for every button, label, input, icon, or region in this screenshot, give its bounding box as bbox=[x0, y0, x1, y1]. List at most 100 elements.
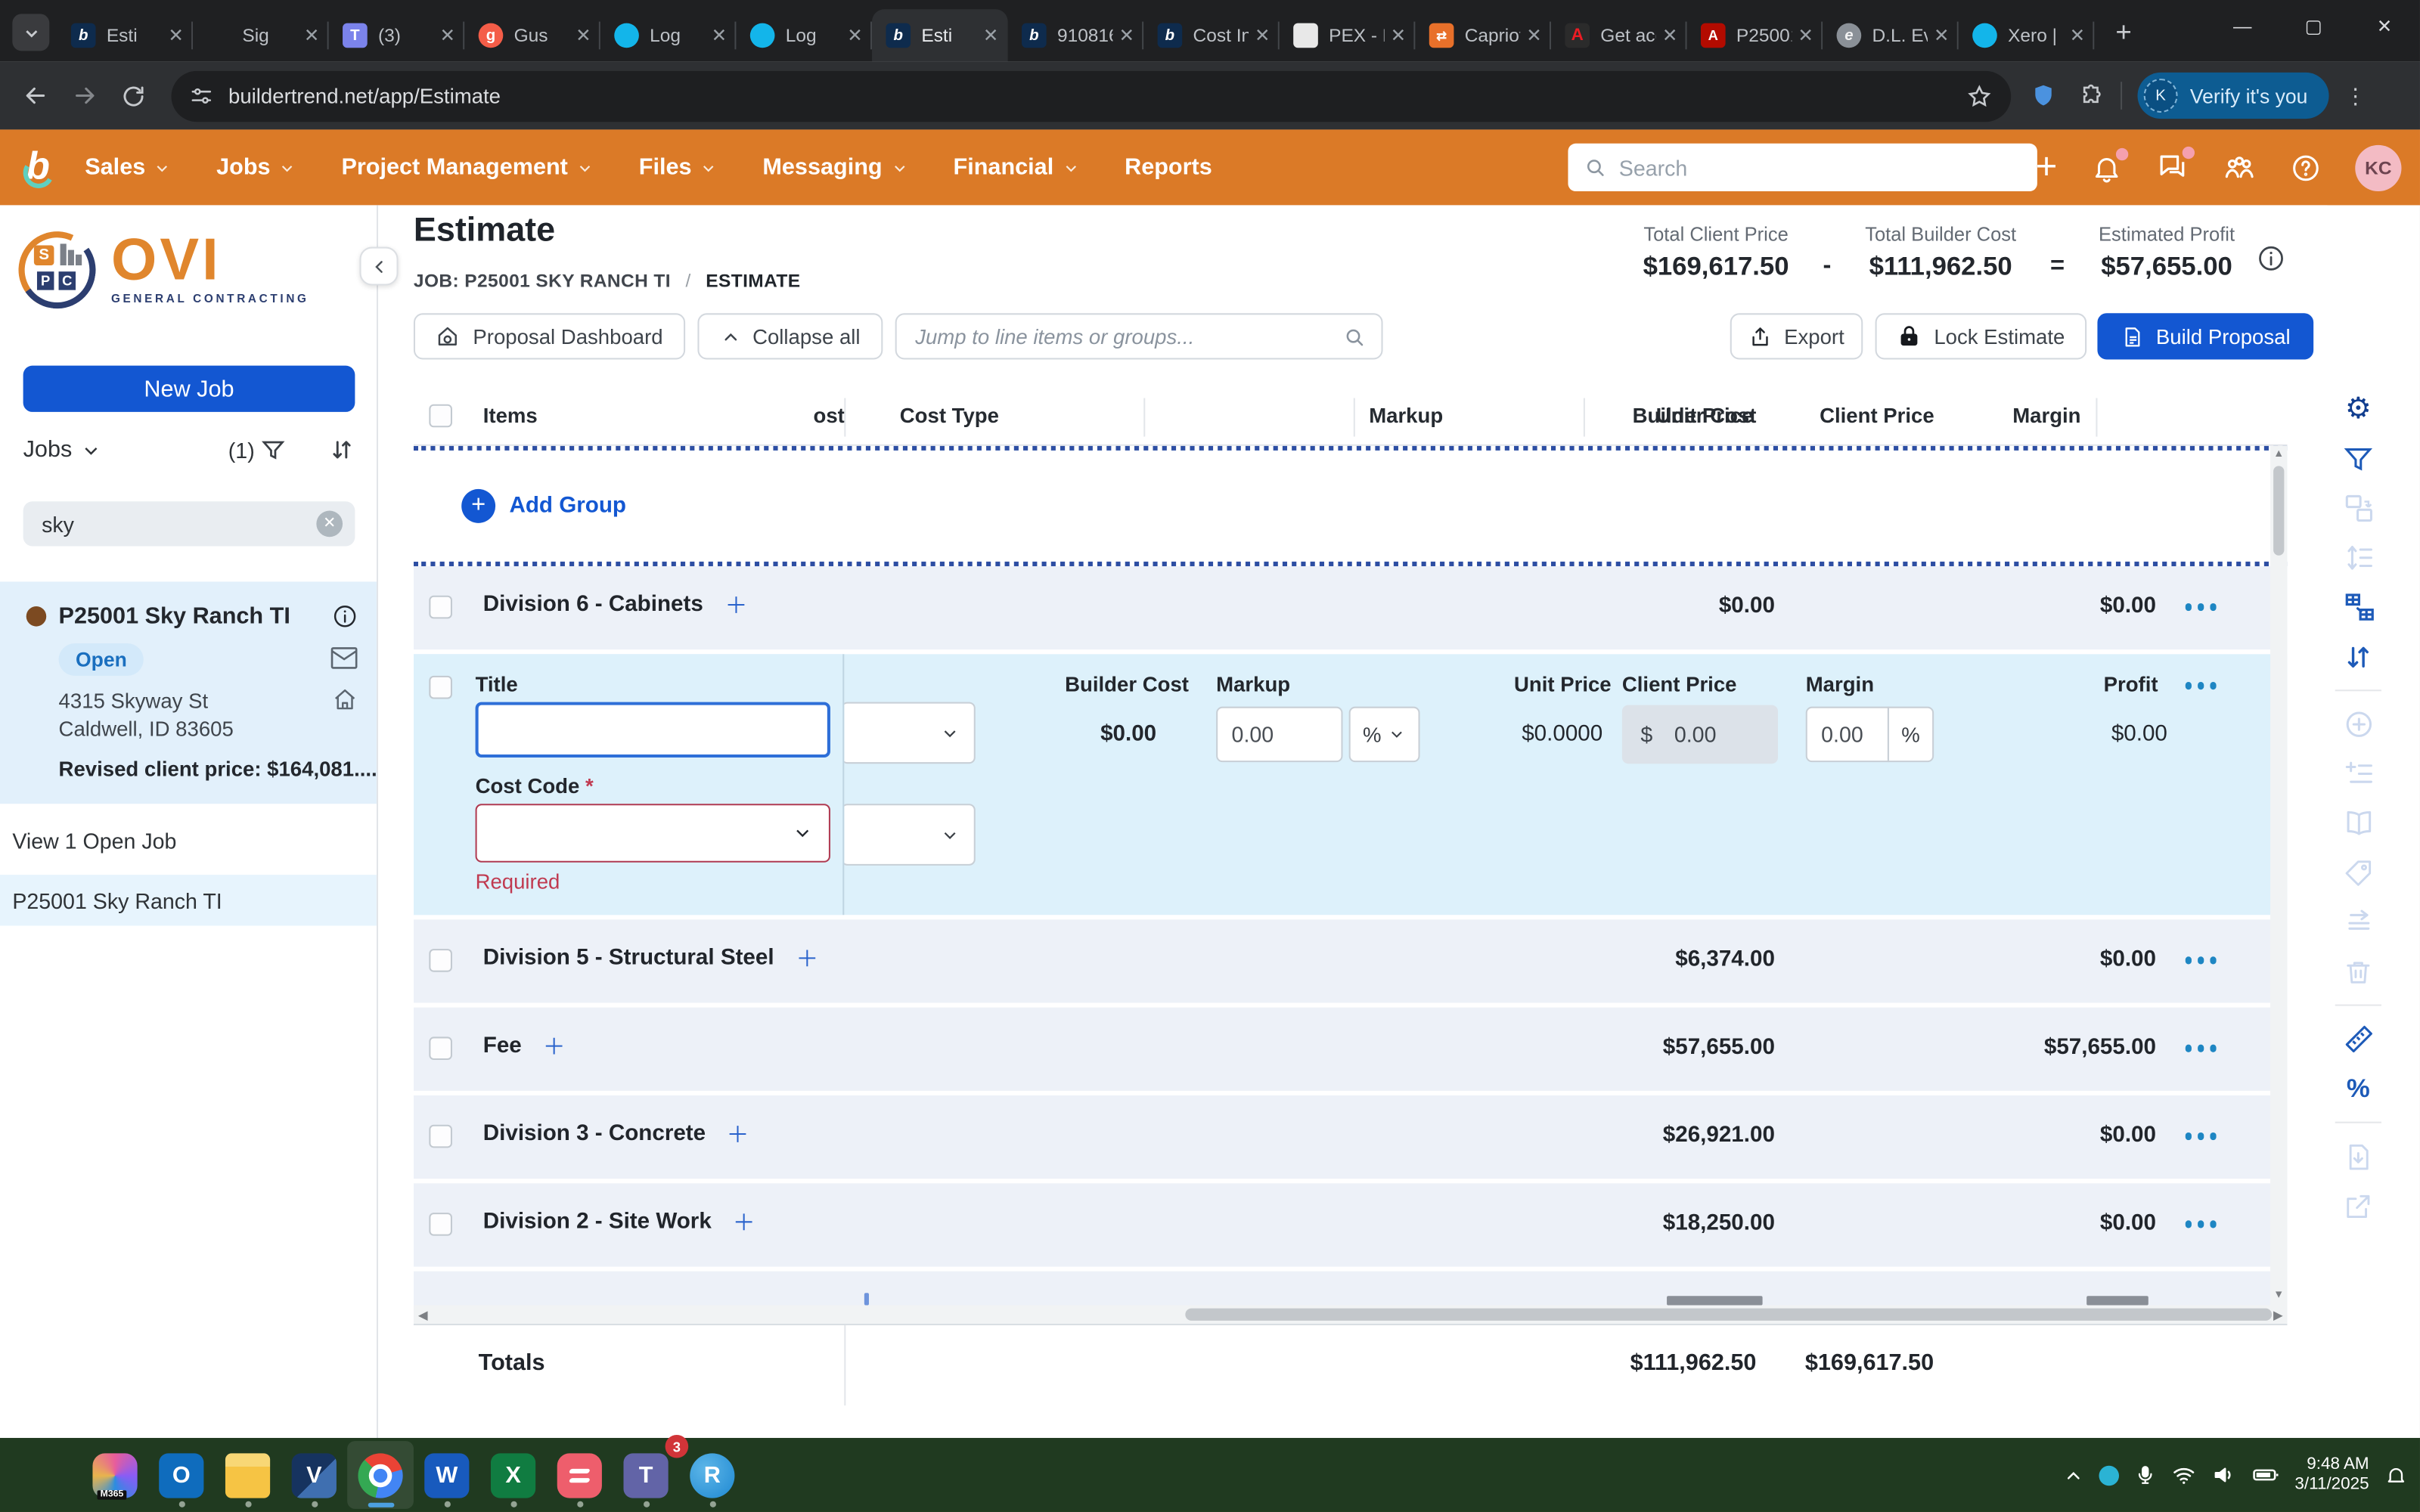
browser-tab-11[interactable]: ⇄Capriott✕ bbox=[1415, 9, 1551, 61]
group-row-division-6[interactable]: Division 6 - Cabinets $0.00 $0.00 bbox=[414, 566, 2288, 649]
browser-tab-13[interactable]: AP25001✕ bbox=[1687, 9, 1823, 61]
info-icon[interactable] bbox=[331, 603, 358, 630]
back-button[interactable] bbox=[22, 82, 50, 110]
tray-chevron-up-icon[interactable] bbox=[2063, 1465, 2083, 1486]
mail-icon[interactable] bbox=[330, 646, 358, 670]
background-select-1[interactable] bbox=[841, 702, 976, 764]
tab-close-icon[interactable]: ✕ bbox=[1255, 25, 1270, 47]
volume-icon[interactable] bbox=[2211, 1463, 2236, 1488]
user-avatar[interactable]: KC bbox=[2355, 144, 2401, 191]
browser-tab-4[interactable]: gGus✕ bbox=[464, 9, 600, 61]
tab-close-icon[interactable]: ✕ bbox=[440, 25, 456, 47]
taskbar-excel-icon[interactable]: X bbox=[480, 1441, 547, 1509]
trash-icon[interactable] bbox=[2342, 955, 2375, 987]
row-menu-icon[interactable] bbox=[2185, 956, 2217, 963]
quick-add-icon[interactable]: + bbox=[2036, 149, 2058, 186]
select-all-checkbox[interactable] bbox=[429, 404, 452, 428]
duplicate-table-icon[interactable] bbox=[2342, 492, 2375, 525]
row-menu-icon[interactable] bbox=[2185, 603, 2217, 610]
group-row-division-3[interactable]: Division 3 - Concrete $26,921.00 $0.00 bbox=[414, 1095, 2288, 1179]
vertical-scroll-thumb[interactable] bbox=[2273, 466, 2284, 555]
row-checkbox[interactable] bbox=[429, 1036, 452, 1060]
tab-close-icon[interactable]: ✕ bbox=[1662, 25, 1678, 47]
taskbar-teams-icon[interactable]: T3 bbox=[613, 1441, 679, 1509]
taskbar-start-icon[interactable] bbox=[15, 1441, 82, 1509]
nav-menu-messaging[interactable]: Messaging bbox=[762, 154, 907, 181]
sort-icon[interactable] bbox=[329, 437, 355, 463]
tab-close-icon[interactable]: ✕ bbox=[1526, 25, 1542, 47]
add-group-row[interactable]: + Add Group bbox=[414, 446, 2288, 566]
cost-code-select[interactable] bbox=[476, 804, 830, 863]
row-menu-icon[interactable] bbox=[2185, 1220, 2217, 1227]
site-info-icon[interactable] bbox=[190, 84, 213, 107]
microphone-icon[interactable] bbox=[2134, 1464, 2156, 1486]
browser-tab-9[interactable]: bCost Inb✕ bbox=[1143, 9, 1280, 61]
add-line-icon[interactable] bbox=[2342, 758, 2375, 790]
tag-icon[interactable] bbox=[2342, 857, 2375, 889]
wifi-icon[interactable] bbox=[2171, 1463, 2196, 1488]
battery-icon[interactable] bbox=[2251, 1461, 2279, 1489]
settings-gear-icon[interactable]: ⚙ bbox=[2342, 393, 2375, 426]
adblock-shield-icon[interactable] bbox=[2030, 82, 2058, 110]
nav-menu-files[interactable]: Files bbox=[639, 154, 716, 181]
taskbar-file-explorer-icon[interactable] bbox=[215, 1441, 281, 1509]
reload-button[interactable] bbox=[120, 82, 147, 109]
tab-close-icon[interactable]: ✕ bbox=[304, 25, 320, 47]
nav-menu-reports[interactable]: Reports bbox=[1125, 154, 1212, 181]
percent-icon[interactable]: % bbox=[2342, 1072, 2375, 1105]
add-line-item-icon[interactable] bbox=[541, 1033, 566, 1058]
tab-close-icon[interactable]: ✕ bbox=[168, 25, 184, 47]
add-line-item-icon[interactable] bbox=[726, 1122, 751, 1147]
scroll-up-arrow[interactable]: ▲ bbox=[2270, 448, 2287, 463]
browser-tab-1[interactable]: bEsti✕ bbox=[57, 9, 194, 61]
add-line-item-icon[interactable] bbox=[794, 946, 819, 971]
row-checkbox[interactable] bbox=[429, 676, 452, 699]
row-menu-icon[interactable] bbox=[2185, 1045, 2217, 1052]
tab-close-icon[interactable]: ✕ bbox=[576, 25, 591, 47]
scroll-left-arrow[interactable]: ◀ bbox=[414, 1308, 432, 1321]
job-card[interactable]: P25001 Sky Ranch TI Open 4315 Skyway St … bbox=[0, 581, 377, 804]
new-job-button[interactable]: New Job bbox=[23, 366, 355, 412]
tray-app-icon[interactable] bbox=[2099, 1465, 2119, 1486]
browser-tab-7[interactable]: bEsti✕ bbox=[872, 9, 1008, 61]
add-circle-icon[interactable] bbox=[2342, 708, 2375, 741]
window-close-button[interactable]: ✕ bbox=[2349, 0, 2420, 52]
taskbar-revu-icon[interactable]: R bbox=[679, 1441, 746, 1509]
catalog-book-icon[interactable] bbox=[2342, 807, 2375, 839]
group-row-fee[interactable]: Fee $57,655.00 $57,655.00 bbox=[414, 1008, 2288, 1091]
taskbar-clock[interactable]: 9:48 AM 3/11/2025 bbox=[2294, 1455, 2369, 1495]
add-line-item-icon[interactable] bbox=[723, 593, 748, 618]
taskbar-v-app-icon[interactable]: V bbox=[281, 1441, 347, 1509]
row-checkbox[interactable] bbox=[429, 1125, 452, 1148]
browser-menu-icon[interactable]: ⋮ bbox=[2344, 82, 2366, 109]
build-proposal-button[interactable]: Build Proposal bbox=[2097, 313, 2313, 359]
nav-menu-jobs[interactable]: Jobs bbox=[216, 154, 295, 181]
export-link-icon[interactable] bbox=[2342, 1189, 2375, 1222]
nav-menu-project-management[interactable]: Project Management bbox=[341, 154, 592, 181]
tab-search-button[interactable] bbox=[12, 14, 49, 51]
app-search-input[interactable]: Search bbox=[1568, 144, 2037, 191]
filter-icon[interactable] bbox=[2342, 443, 2375, 476]
new-tab-button[interactable]: + bbox=[2104, 12, 2144, 52]
sort-rows-icon[interactable] bbox=[2342, 640, 2375, 673]
notification-bell-icon[interactable] bbox=[2384, 1464, 2408, 1487]
row-menu-icon[interactable] bbox=[2185, 682, 2217, 689]
address-bar[interactable]: buildertrend.net/app/Estimate bbox=[172, 70, 2012, 121]
messages-icon[interactable] bbox=[2156, 151, 2189, 184]
proposal-dashboard-button[interactable]: Proposal Dashboard bbox=[414, 313, 685, 359]
taskbar-samsara-icon[interactable] bbox=[546, 1441, 613, 1509]
browser-tab-12[interactable]: AGet acc✕ bbox=[1551, 9, 1687, 61]
nav-menu-financial[interactable]: Financial bbox=[954, 154, 1078, 181]
bookmark-star-icon[interactable] bbox=[1966, 82, 1993, 109]
nav-menu-sales[interactable]: Sales bbox=[85, 154, 170, 181]
split-table-icon[interactable] bbox=[2342, 591, 2375, 624]
tab-close-icon[interactable]: ✕ bbox=[983, 25, 999, 47]
breadcrumb-job[interactable]: JOB: P25001 SKY RANCH TI bbox=[414, 270, 671, 292]
taskbar-chrome-icon[interactable] bbox=[347, 1441, 414, 1509]
add-line-item-icon[interactable] bbox=[731, 1210, 756, 1235]
margin-input[interactable]: 0.00 bbox=[1806, 707, 1889, 762]
job-list-item[interactable]: P25001 Sky Ranch TI bbox=[0, 875, 377, 925]
horizontal-scrollbar[interactable]: ◀ ▶ bbox=[414, 1306, 2288, 1324]
job-search-input[interactable]: sky ✕ bbox=[23, 501, 355, 546]
taskbar-word-icon[interactable]: W bbox=[414, 1441, 480, 1509]
